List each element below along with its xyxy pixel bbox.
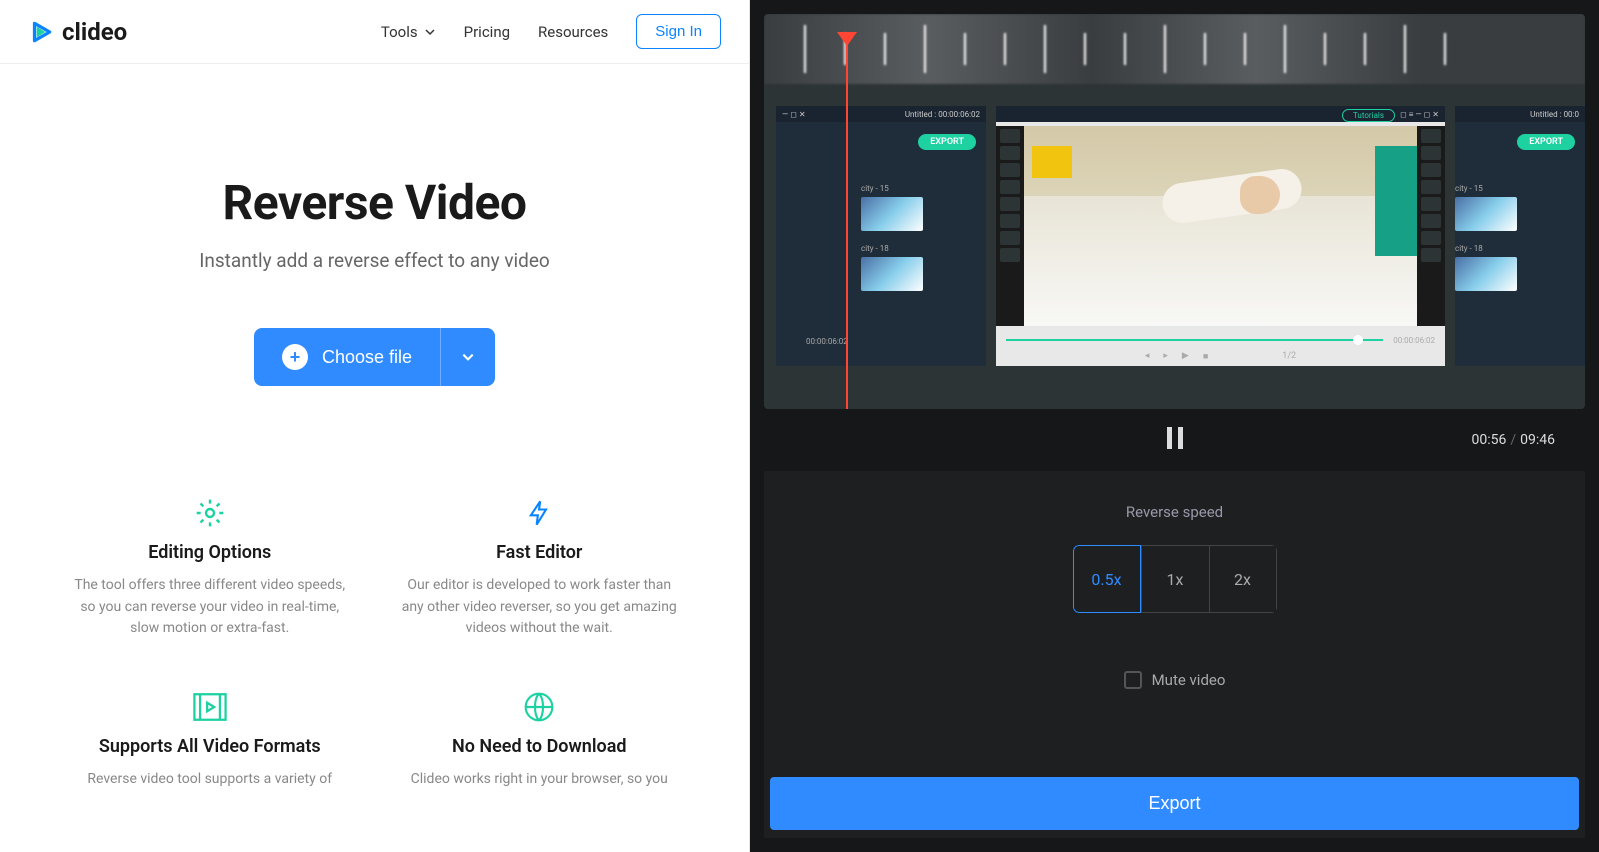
nav-resources[interactable]: Resources <box>538 23 608 41</box>
play-icon[interactable]: ▶ <box>1182 351 1189 362</box>
mute-label: Mute video <box>1152 671 1226 689</box>
speed-1x[interactable]: 1x <box>1141 545 1209 613</box>
brand-name: clideo <box>62 18 127 46</box>
logo[interactable]: clideo <box>28 18 127 46</box>
feature-fast-editor: Fast Editor Our editor is developed to w… <box>390 496 690 640</box>
choose-file-button[interactable]: + Choose file <box>254 328 440 386</box>
feature-desc: Reverse video tool supports a variety of <box>60 769 360 791</box>
video-frame-icon <box>193 692 227 722</box>
page-subtitle: Instantly add a reverse effect to any vi… <box>0 249 749 272</box>
export-button[interactable]: Export <box>770 777 1579 830</box>
export-badge: EXPORT <box>918 134 976 150</box>
chevron-down-icon <box>424 26 436 38</box>
mute-checkbox[interactable] <box>1124 671 1142 689</box>
feature-desc: The tool offers three different video sp… <box>60 575 360 640</box>
feature-formats: Supports All Video Formats Reverse video… <box>60 690 360 791</box>
pause-icon <box>1165 427 1185 449</box>
feature-title: Supports All Video Formats <box>60 736 360 757</box>
play-logo-icon <box>28 19 54 45</box>
feature-title: Fast Editor <box>390 542 690 563</box>
feature-no-download: No Need to Download Clideo works right i… <box>390 690 690 791</box>
nav-tools[interactable]: Tools <box>381 23 436 41</box>
export-badge: EXPORT <box>1517 134 1575 150</box>
chevron-down-icon <box>461 350 475 364</box>
playhead-marker[interactable] <box>846 32 848 409</box>
feature-desc: Clideo works right in your browser, so y… <box>390 769 690 791</box>
time-display: 00:56/09:46 <box>1471 432 1555 448</box>
pause-button[interactable] <box>1165 427 1185 453</box>
prev-icon[interactable]: ◂ <box>1145 351 1150 362</box>
reverse-speed-label: Reverse speed <box>1126 503 1223 521</box>
feature-desc: Our editor is developed to work faster t… <box>390 575 690 640</box>
stop-icon[interactable]: ■ <box>1203 351 1208 362</box>
plus-icon: + <box>282 344 308 370</box>
next-icon[interactable]: ▸ <box>1163 351 1168 362</box>
signin-button[interactable]: Sign In <box>636 14 721 49</box>
choose-file-dropdown[interactable] <box>440 328 495 386</box>
feature-title: No Need to Download <box>390 736 690 757</box>
globe-icon <box>523 691 555 723</box>
bolt-icon <box>525 496 553 530</box>
speed-0-5x[interactable]: 0.5x <box>1073 545 1141 613</box>
speed-options: 0.5x 1x 2x <box>1073 545 1277 613</box>
header: clideo Tools Pricing Resources Sign In <box>0 0 749 64</box>
gear-icon <box>194 497 226 529</box>
speed-2x[interactable]: 2x <box>1209 545 1277 613</box>
feature-editing-options: Editing Options The tool offers three di… <box>60 496 360 640</box>
video-preview[interactable]: — ◻ ✕Untitled : 00:00:06:02 EXPORT city … <box>764 14 1585 409</box>
nav-pricing[interactable]: Pricing <box>464 23 510 41</box>
feature-title: Editing Options <box>60 542 360 563</box>
page-title: Reverse Video <box>0 174 749 231</box>
tutorials-badge: Tutorials <box>1342 109 1395 122</box>
